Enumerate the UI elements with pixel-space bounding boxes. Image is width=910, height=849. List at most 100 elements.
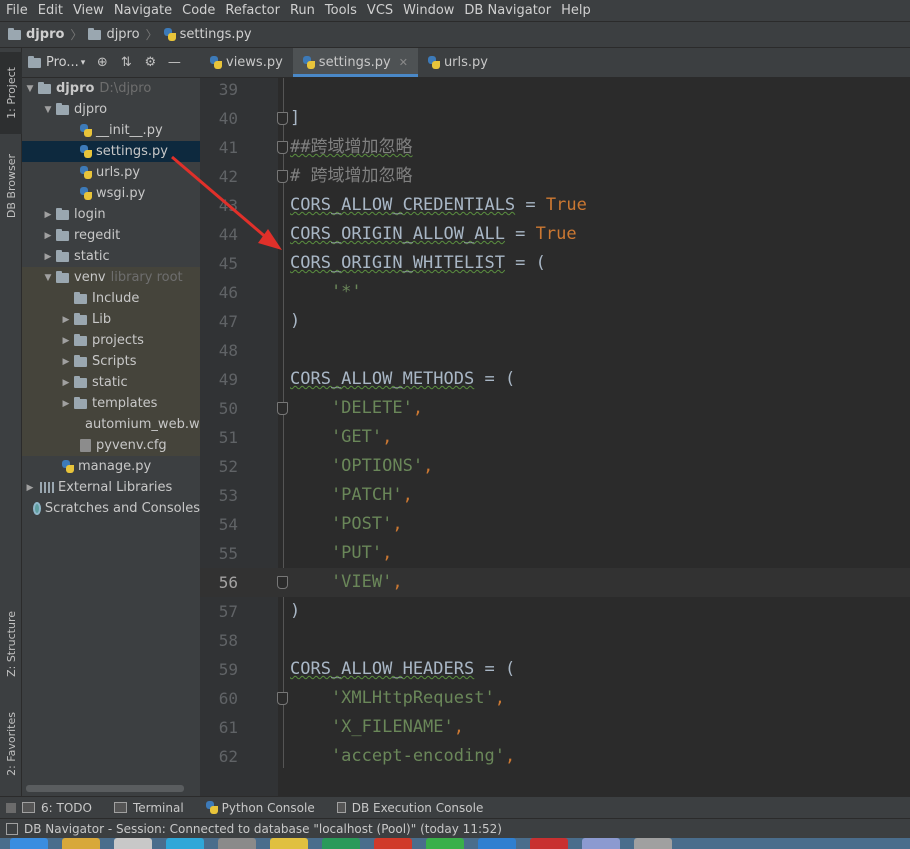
code-line[interactable]: 48 bbox=[200, 336, 910, 365]
collapsed-arrow-icon[interactable]: ▶ bbox=[42, 210, 54, 220]
tree-item-djpro-package[interactable]: ▼ djpro bbox=[22, 99, 200, 120]
tree-item-venv-static[interactable]: ▶ static bbox=[22, 372, 200, 393]
collapsed-arrow-icon[interactable]: ▶ bbox=[42, 252, 54, 262]
taskbar-app-icon[interactable] bbox=[322, 838, 360, 849]
code-line[interactable]: 54 'POST', bbox=[200, 510, 910, 539]
tree-item-templates[interactable]: ▶ templates bbox=[22, 393, 200, 414]
code-line[interactable]: 55 'PUT', bbox=[200, 539, 910, 568]
fold-marker-icon[interactable] bbox=[277, 576, 288, 589]
breadcrumb-file[interactable]: settings.py bbox=[163, 27, 252, 42]
code-line[interactable]: 40] bbox=[200, 104, 910, 133]
code-line[interactable]: 53 'PATCH', bbox=[200, 481, 910, 510]
collapsed-arrow-icon[interactable]: ▶ bbox=[60, 357, 72, 367]
tree-item-include[interactable]: Include bbox=[22, 288, 200, 309]
tree-item-lib[interactable]: ▶ Lib bbox=[22, 309, 200, 330]
code-line[interactable]: 41 ##跨域增加忽略 bbox=[200, 133, 910, 162]
code-line[interactable]: 59 CORS_ALLOW_HEADERS = ( bbox=[200, 655, 910, 684]
fold-marker-icon[interactable] bbox=[277, 141, 288, 154]
tree-item-settings[interactable]: settings.py bbox=[22, 141, 200, 162]
tree-item-automium-web[interactable]: automium_web.ws bbox=[22, 414, 200, 435]
tool-tab-project[interactable]: 1: Project bbox=[0, 52, 22, 134]
tool-python-console[interactable]: Python Console bbox=[205, 801, 315, 815]
menu-refactor[interactable]: Refactor bbox=[219, 0, 284, 22]
project-view-dropdown[interactable]: Pro... ▾ bbox=[28, 55, 85, 70]
tree-item-static[interactable]: ▶ static bbox=[22, 246, 200, 267]
code-line[interactable]: 49 CORS_ALLOW_METHODS = ( bbox=[200, 365, 910, 394]
code-line[interactable]: 57) bbox=[200, 597, 910, 626]
tool-db-execution-console[interactable]: DB Execution Console bbox=[336, 801, 483, 815]
taskbar-app-icon[interactable] bbox=[114, 838, 152, 849]
taskbar-app-icon[interactable] bbox=[478, 838, 516, 849]
fold-marker-icon[interactable] bbox=[277, 402, 288, 415]
code-line[interactable]: 56 'VIEW', bbox=[200, 568, 910, 597]
collapsed-arrow-icon[interactable]: ▶ bbox=[42, 231, 54, 241]
taskbar-app-icon[interactable] bbox=[166, 838, 204, 849]
menu-tools[interactable]: Tools bbox=[319, 0, 361, 22]
tab-settings-py[interactable]: settings.py ✕ bbox=[292, 48, 419, 77]
gear-icon[interactable]: ⚙ bbox=[143, 55, 157, 70]
code-line[interactable]: 45 CORS_ORIGIN_WHITELIST = ( bbox=[200, 249, 910, 278]
tree-item-init[interactable]: __init__.py bbox=[22, 120, 200, 141]
code-line[interactable]: 61 'X_FILENAME', bbox=[200, 713, 910, 742]
collapsed-arrow-icon[interactable]: ▶ bbox=[24, 483, 36, 493]
tree-item-wsgi[interactable]: wsgi.py bbox=[22, 183, 200, 204]
code-line[interactable]: 42 # 跨域增加忽略 bbox=[200, 162, 910, 191]
code-line[interactable]: 58 bbox=[200, 626, 910, 655]
menu-edit[interactable]: Edit bbox=[32, 0, 67, 22]
code-line[interactable]: 46 '*' bbox=[200, 278, 910, 307]
code-line[interactable]: 44 CORS_ORIGIN_ALLOW_ALL = True bbox=[200, 220, 910, 249]
fold-marker-icon[interactable] bbox=[277, 170, 288, 183]
tree-item-djpro-root[interactable]: ▼ djpro D:\djpro bbox=[22, 78, 200, 99]
taskbar-app-icon[interactable] bbox=[218, 838, 256, 849]
tab-views-py[interactable]: views.py bbox=[200, 48, 293, 77]
taskbar-app-icon[interactable] bbox=[270, 838, 308, 849]
menu-window[interactable]: Window bbox=[397, 0, 458, 22]
expanded-arrow-icon[interactable]: ▼ bbox=[42, 105, 54, 115]
taskbar-app-icon[interactable] bbox=[10, 838, 48, 849]
locate-icon[interactable]: ⊕ bbox=[95, 55, 109, 70]
tree-item-venv[interactable]: ▼ venv library root bbox=[22, 267, 200, 288]
tree-item-scripts[interactable]: ▶ Scripts bbox=[22, 351, 200, 372]
taskbar-app-icon[interactable] bbox=[582, 838, 620, 849]
code-line[interactable]: 43 CORS_ALLOW_CREDENTIALS = True bbox=[200, 191, 910, 220]
collapse-icon[interactable]: ⇅ bbox=[119, 55, 133, 70]
tree-item-external-libraries[interactable]: ▶ External Libraries bbox=[22, 477, 200, 498]
menu-vcs[interactable]: VCS bbox=[361, 0, 397, 22]
breadcrumb-project[interactable]: djpro bbox=[8, 27, 64, 42]
collapsed-arrow-icon[interactable]: ▶ bbox=[60, 336, 72, 346]
breadcrumb-package[interactable]: djpro bbox=[88, 27, 140, 42]
project-horizontal-scrollbar[interactable] bbox=[26, 785, 184, 792]
tree-item-manage[interactable]: manage.py bbox=[22, 456, 200, 477]
tree-item-pyvenv-cfg[interactable]: pyvenv.cfg bbox=[22, 435, 200, 456]
collapsed-arrow-icon[interactable]: ▶ bbox=[60, 399, 72, 409]
fold-marker-icon[interactable] bbox=[277, 692, 288, 705]
collapsed-arrow-icon[interactable]: ▶ bbox=[60, 315, 72, 325]
expanded-arrow-icon[interactable]: ▼ bbox=[42, 273, 54, 283]
code-editor[interactable]: 39 40] 41 ##跨域增加忽略 42 # 跨域增加忽略 43 CORS_ALLOW_CR… bbox=[200, 78, 910, 796]
code-line[interactable]: 47) bbox=[200, 307, 910, 336]
expanded-arrow-icon[interactable]: ▼ bbox=[24, 84, 36, 94]
collapsed-arrow-icon[interactable]: ▶ bbox=[60, 378, 72, 388]
code-line[interactable]: 60 'XMLHttpRequest', bbox=[200, 684, 910, 713]
code-line[interactable]: 50 'DELETE', bbox=[200, 394, 910, 423]
tree-item-urls[interactable]: urls.py bbox=[22, 162, 200, 183]
tool-tab-db-browser[interactable]: DB Browser bbox=[0, 142, 22, 230]
menu-view[interactable]: View bbox=[67, 0, 108, 22]
toggle-tool-windows-icon[interactable] bbox=[6, 802, 16, 813]
fold-marker-icon[interactable] bbox=[277, 112, 288, 125]
menu-db-navigator[interactable]: DB Navigator bbox=[458, 0, 555, 22]
menu-code[interactable]: Code bbox=[176, 0, 219, 22]
code-line[interactable]: 62 'accept-encoding', bbox=[200, 742, 910, 771]
taskbar-app-icon[interactable] bbox=[62, 838, 100, 849]
close-icon[interactable]: ✕ bbox=[399, 56, 408, 69]
status-window-icon[interactable] bbox=[6, 822, 18, 835]
menu-help[interactable]: Help bbox=[555, 0, 595, 22]
code-line[interactable]: 52 'OPTIONS', bbox=[200, 452, 910, 481]
tree-item-scratches[interactable]: Scratches and Consoles bbox=[22, 498, 200, 519]
taskbar-app-icon[interactable] bbox=[530, 838, 568, 849]
hide-icon[interactable]: — bbox=[167, 55, 181, 70]
menu-navigate[interactable]: Navigate bbox=[108, 0, 176, 22]
taskbar-app-icon[interactable] bbox=[634, 838, 672, 849]
tool-tab-structure[interactable]: Z: Structure bbox=[0, 600, 22, 688]
tool-tab-favorites[interactable]: 2: Favorites bbox=[0, 700, 22, 788]
